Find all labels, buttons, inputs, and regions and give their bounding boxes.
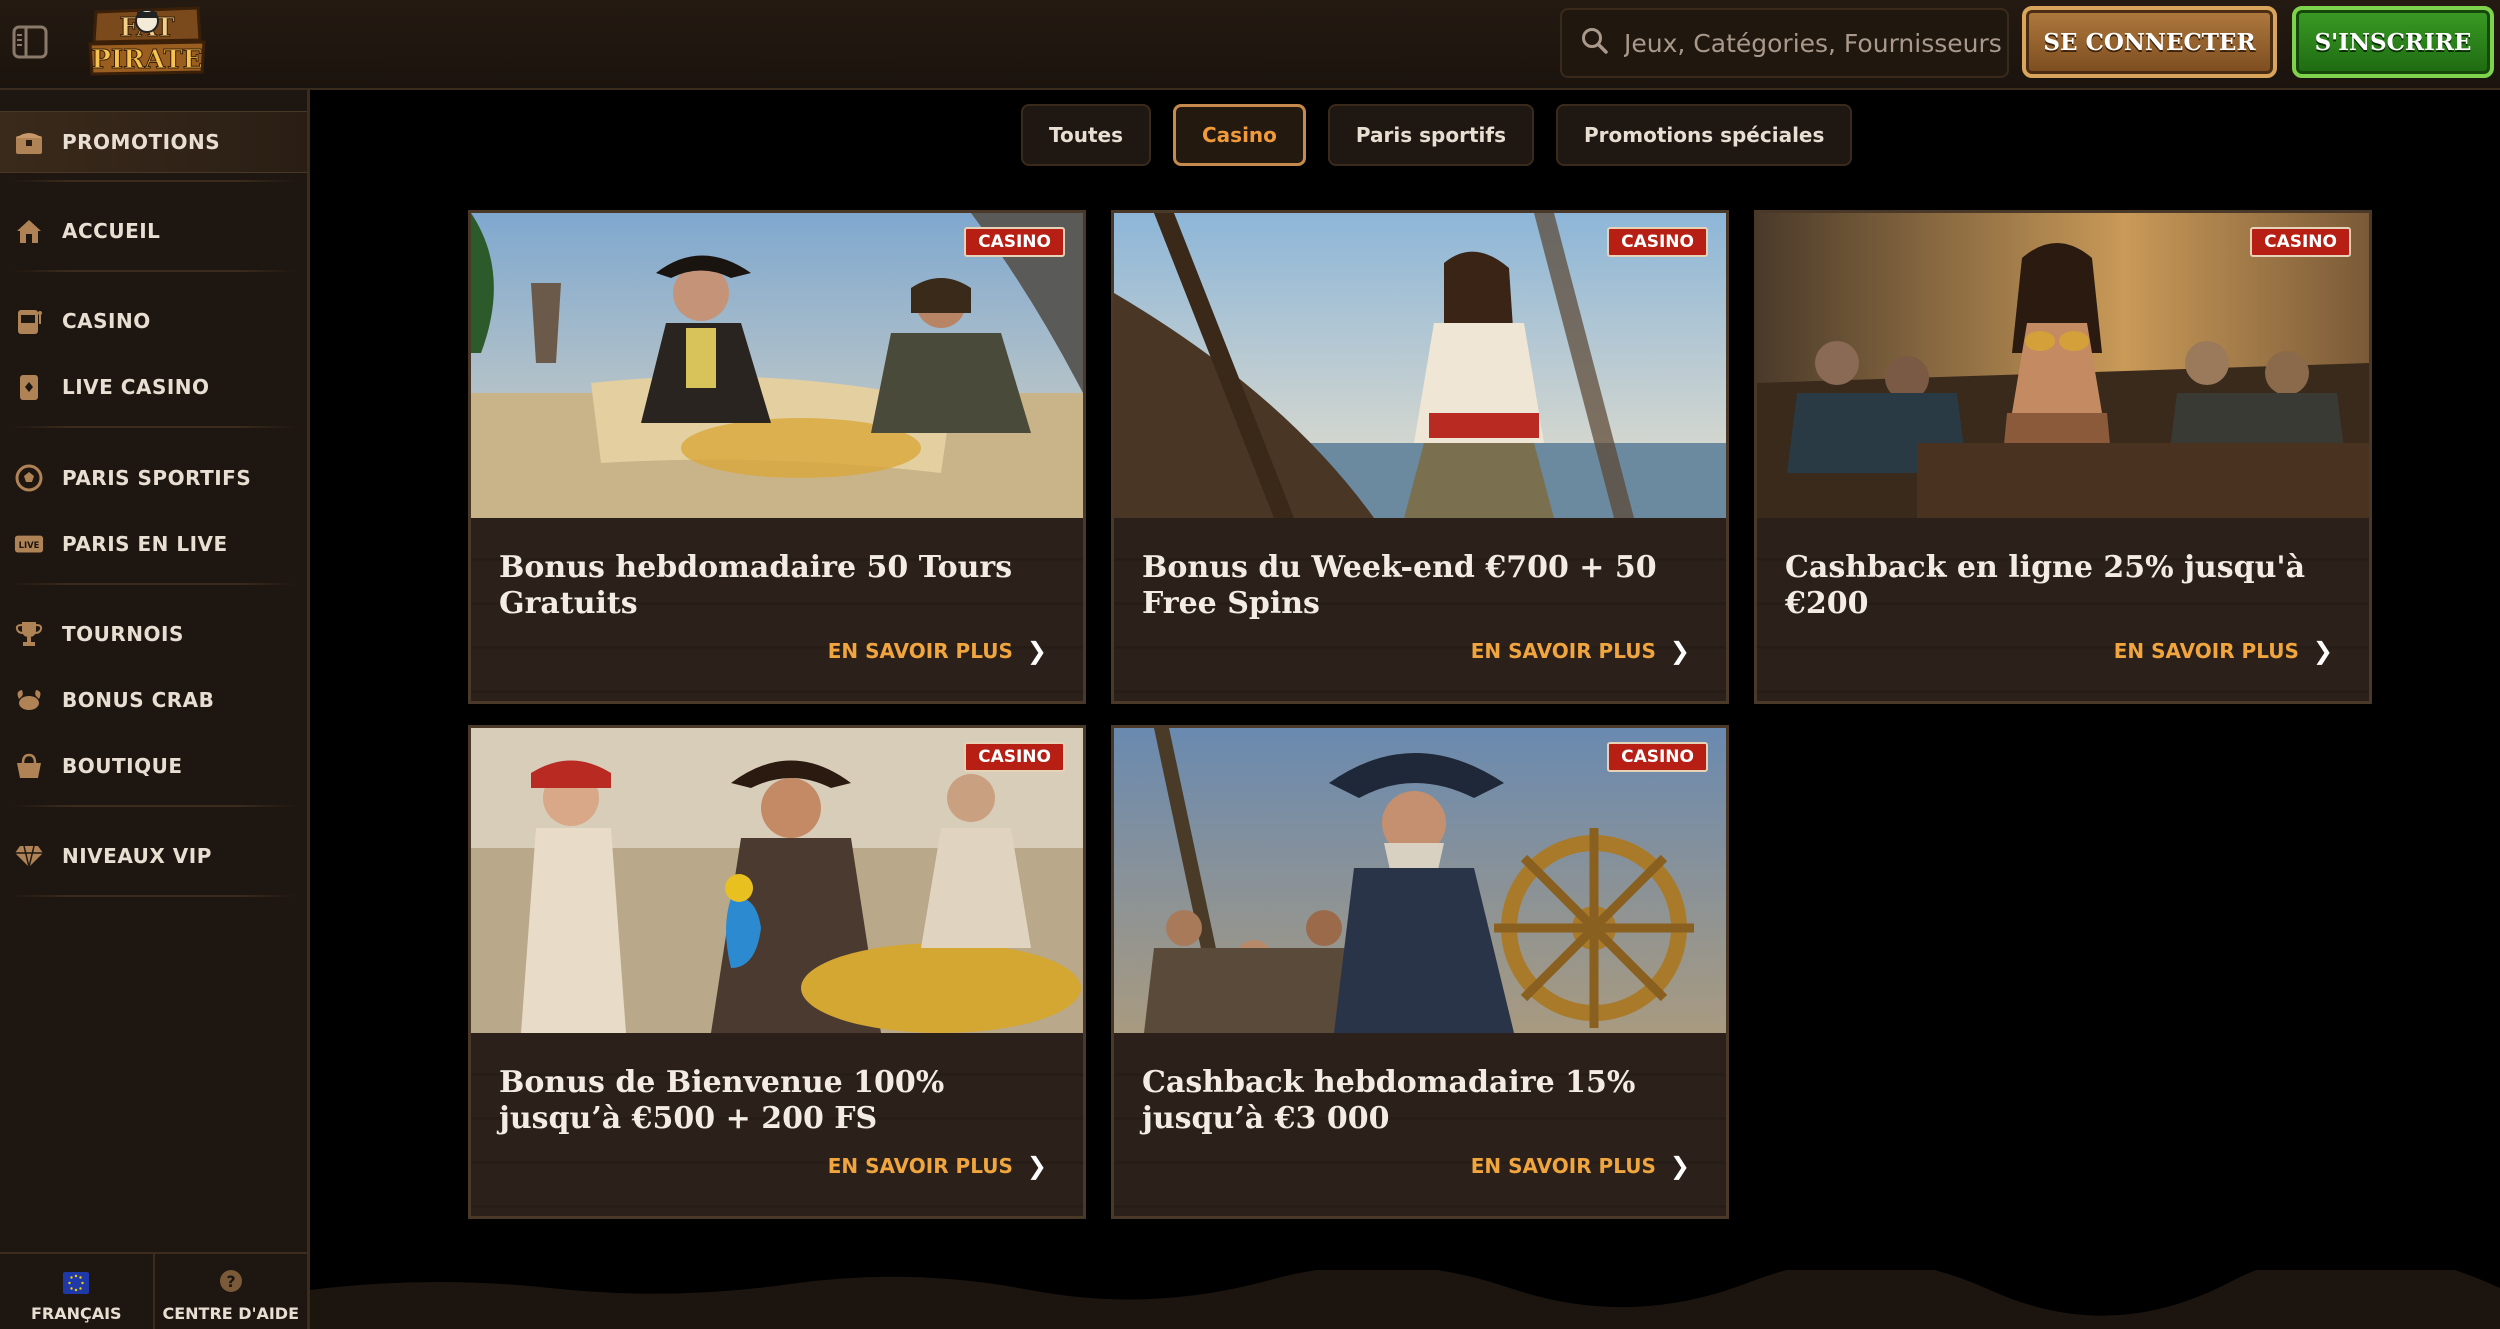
home-icon: [14, 216, 44, 246]
learn-more-link[interactable]: EN SAVOIR PLUS ❯: [2114, 637, 2333, 665]
sidebar-item-label: PARIS EN LIVE: [62, 532, 228, 556]
chevron-right-icon: ❯: [2312, 637, 2333, 665]
learn-more-label: EN SAVOIR PLUS: [827, 639, 1013, 663]
svg-text:LIVE: LIVE: [19, 540, 40, 550]
chevron-right-icon: ❯: [1026, 637, 1047, 665]
chevron-right-icon: ❯: [1669, 637, 1690, 665]
diamond-icon: [14, 841, 44, 871]
trophy-icon: [14, 619, 44, 649]
promotion-image-pirates-treasure-map: [471, 213, 1083, 518]
help-icon: ?: [218, 1268, 244, 1298]
promotion-card[interactable]: CASINO Bonus hebdomadaire 50 Tours Gratu…: [468, 210, 1086, 704]
divider: [10, 895, 297, 897]
sidebar-item-bonus-crab[interactable]: BONUS CRAB: [0, 669, 307, 731]
divider: [10, 805, 297, 807]
sidebar-item-casino[interactable]: CASINO: [0, 290, 307, 352]
sidebar-item-label: NIVEAUX VIP: [62, 844, 212, 868]
crab-icon: [14, 685, 44, 715]
sidebar-footer: FRANÇAIS ? CENTRE D'AIDE: [0, 1252, 307, 1329]
sidebar-item-paris-sportifs[interactable]: PARIS SPORTIFS: [0, 447, 307, 509]
learn-more-label: EN SAVOIR PLUS: [2113, 639, 2299, 663]
help-center-label: CENTRE D'AIDE: [162, 1304, 300, 1323]
category-badge: CASINO: [1607, 742, 1708, 772]
promotion-card[interactable]: CASINO Bonus de Bienvenue 100% jusqu’à €…: [468, 725, 1086, 1219]
category-badge: CASINO: [2250, 227, 2351, 257]
sidebar-item-label: PARIS SPORTIFS: [62, 466, 252, 490]
signup-button[interactable]: S'INSCRIRE: [2292, 6, 2494, 78]
promotion-image-pirates-with-parrot: [471, 728, 1083, 1033]
learn-more-link[interactable]: EN SAVOIR PLUS ❯: [828, 1152, 1047, 1180]
sidebar-item-promotions[interactable]: PROMOTIONS: [0, 111, 307, 173]
language-label: FRANÇAIS: [30, 1304, 122, 1323]
sidebar-item-label: TOURNOIS: [62, 622, 184, 646]
search-box[interactable]: [1560, 8, 2009, 78]
playing-card-icon: [14, 372, 44, 402]
chevron-right-icon: ❯: [1669, 1152, 1690, 1180]
fat-pirate-logo[interactable]: FAT PIRATE: [88, 6, 206, 76]
category-badge: CASINO: [964, 227, 1065, 257]
sidebar-item-paris-en-live[interactable]: LIVE PARIS EN LIVE: [0, 513, 307, 575]
treasure-chest-icon: [14, 127, 44, 157]
promotion-image-captain-at-helm: [1114, 728, 1726, 1033]
learn-more-link[interactable]: EN SAVOIR PLUS ❯: [1471, 1152, 1690, 1180]
sidebar: PROMOTIONS ACCUEIL CASINO LIVE CASINO PA…: [0, 90, 310, 1329]
sidebar-item-label: ACCUEIL: [62, 219, 161, 243]
live-badge-icon: LIVE: [14, 529, 44, 559]
category-badge: CASINO: [964, 742, 1065, 772]
learn-more-link[interactable]: EN SAVOIR PLUS ❯: [828, 637, 1047, 665]
promotion-title: Bonus du Week-end €700 + 50 Free Spins: [1142, 550, 1657, 621]
promotion-filter-tabs: Toutes Casino Paris sportifs Promotions …: [1021, 104, 1853, 166]
learn-more-label: EN SAVOIR PLUS: [1470, 639, 1656, 663]
search-input[interactable]: [1624, 28, 2004, 58]
search-icon: [1580, 26, 1610, 60]
sidebar-item-live-casino[interactable]: LIVE CASINO: [0, 356, 307, 418]
shopping-basket-icon: [14, 751, 44, 781]
sidebar-item-label: BOUTIQUE: [62, 754, 183, 778]
sidebar-toggle-icon[interactable]: [10, 22, 50, 62]
sidebar-item-label: PROMOTIONS: [62, 130, 221, 154]
eu-flag-icon: [63, 1272, 90, 1298]
tab-toutes[interactable]: Toutes: [1021, 104, 1151, 166]
tab-promotions-speciales[interactable]: Promotions spéciales: [1555, 104, 1853, 166]
svg-text:?: ?: [226, 1272, 235, 1291]
promotion-title: Cashback hebdomadaire 15% jusqu’à €3 000: [1142, 1065, 1636, 1136]
promotion-card[interactable]: CASINO Cashback en ligne 25% jusqu'à €20…: [1754, 210, 2372, 704]
sidebar-item-niveaux-vip[interactable]: NIVEAUX VIP: [0, 825, 307, 887]
soccer-ball-icon: [14, 463, 44, 493]
divider: [10, 426, 297, 428]
divider: [10, 583, 297, 585]
promotion-image-woman-with-crew: [1757, 213, 2369, 518]
slot-machine-icon: [14, 306, 44, 336]
category-badge: CASINO: [1607, 227, 1708, 257]
login-button[interactable]: SE CONNECTER: [2022, 6, 2277, 78]
promotion-title: Cashback en ligne 25% jusqu'à €200: [1785, 550, 2306, 621]
learn-more-label: EN SAVOIR PLUS: [827, 1154, 1013, 1178]
sidebar-item-label: BONUS CRAB: [62, 688, 215, 712]
chevron-right-icon: ❯: [1026, 1152, 1047, 1180]
promotion-image-woman-on-ship: [1114, 213, 1726, 518]
promotion-card[interactable]: CASINO Cashback hebdomadaire 15% jusqu’à…: [1111, 725, 1729, 1219]
help-center-link[interactable]: ? CENTRE D'AIDE: [152, 1254, 308, 1329]
bottom-decorative-edge: [310, 1270, 2500, 1329]
svg-text:PIRATE: PIRATE: [91, 45, 202, 75]
sidebar-item-accueil[interactable]: ACCUEIL: [0, 200, 307, 262]
divider: [10, 180, 297, 182]
sidebar-item-label: CASINO: [62, 309, 151, 333]
sidebar-item-label: LIVE CASINO: [62, 375, 210, 399]
learn-more-label: EN SAVOIR PLUS: [1470, 1154, 1656, 1178]
language-selector[interactable]: FRANÇAIS: [0, 1254, 153, 1329]
divider: [10, 270, 297, 272]
promotion-card[interactable]: CASINO Bonus du Week-end €700 + 50 Free …: [1111, 210, 1729, 704]
learn-more-link[interactable]: EN SAVOIR PLUS ❯: [1471, 637, 1690, 665]
tab-casino[interactable]: Casino: [1173, 104, 1306, 166]
promotion-title: Bonus de Bienvenue 100% jusqu’à €500 + 2…: [499, 1065, 945, 1136]
tab-paris-sportifs[interactable]: Paris sportifs: [1327, 104, 1534, 166]
sidebar-item-boutique[interactable]: BOUTIQUE: [0, 735, 307, 797]
sidebar-item-tournois[interactable]: TOURNOIS: [0, 603, 307, 665]
promotion-title: Bonus hebdomadaire 50 Tours Gratuits: [499, 550, 1013, 621]
top-header: FAT PIRATE SE CONNECTER S'INSCRIRE: [0, 0, 2500, 90]
